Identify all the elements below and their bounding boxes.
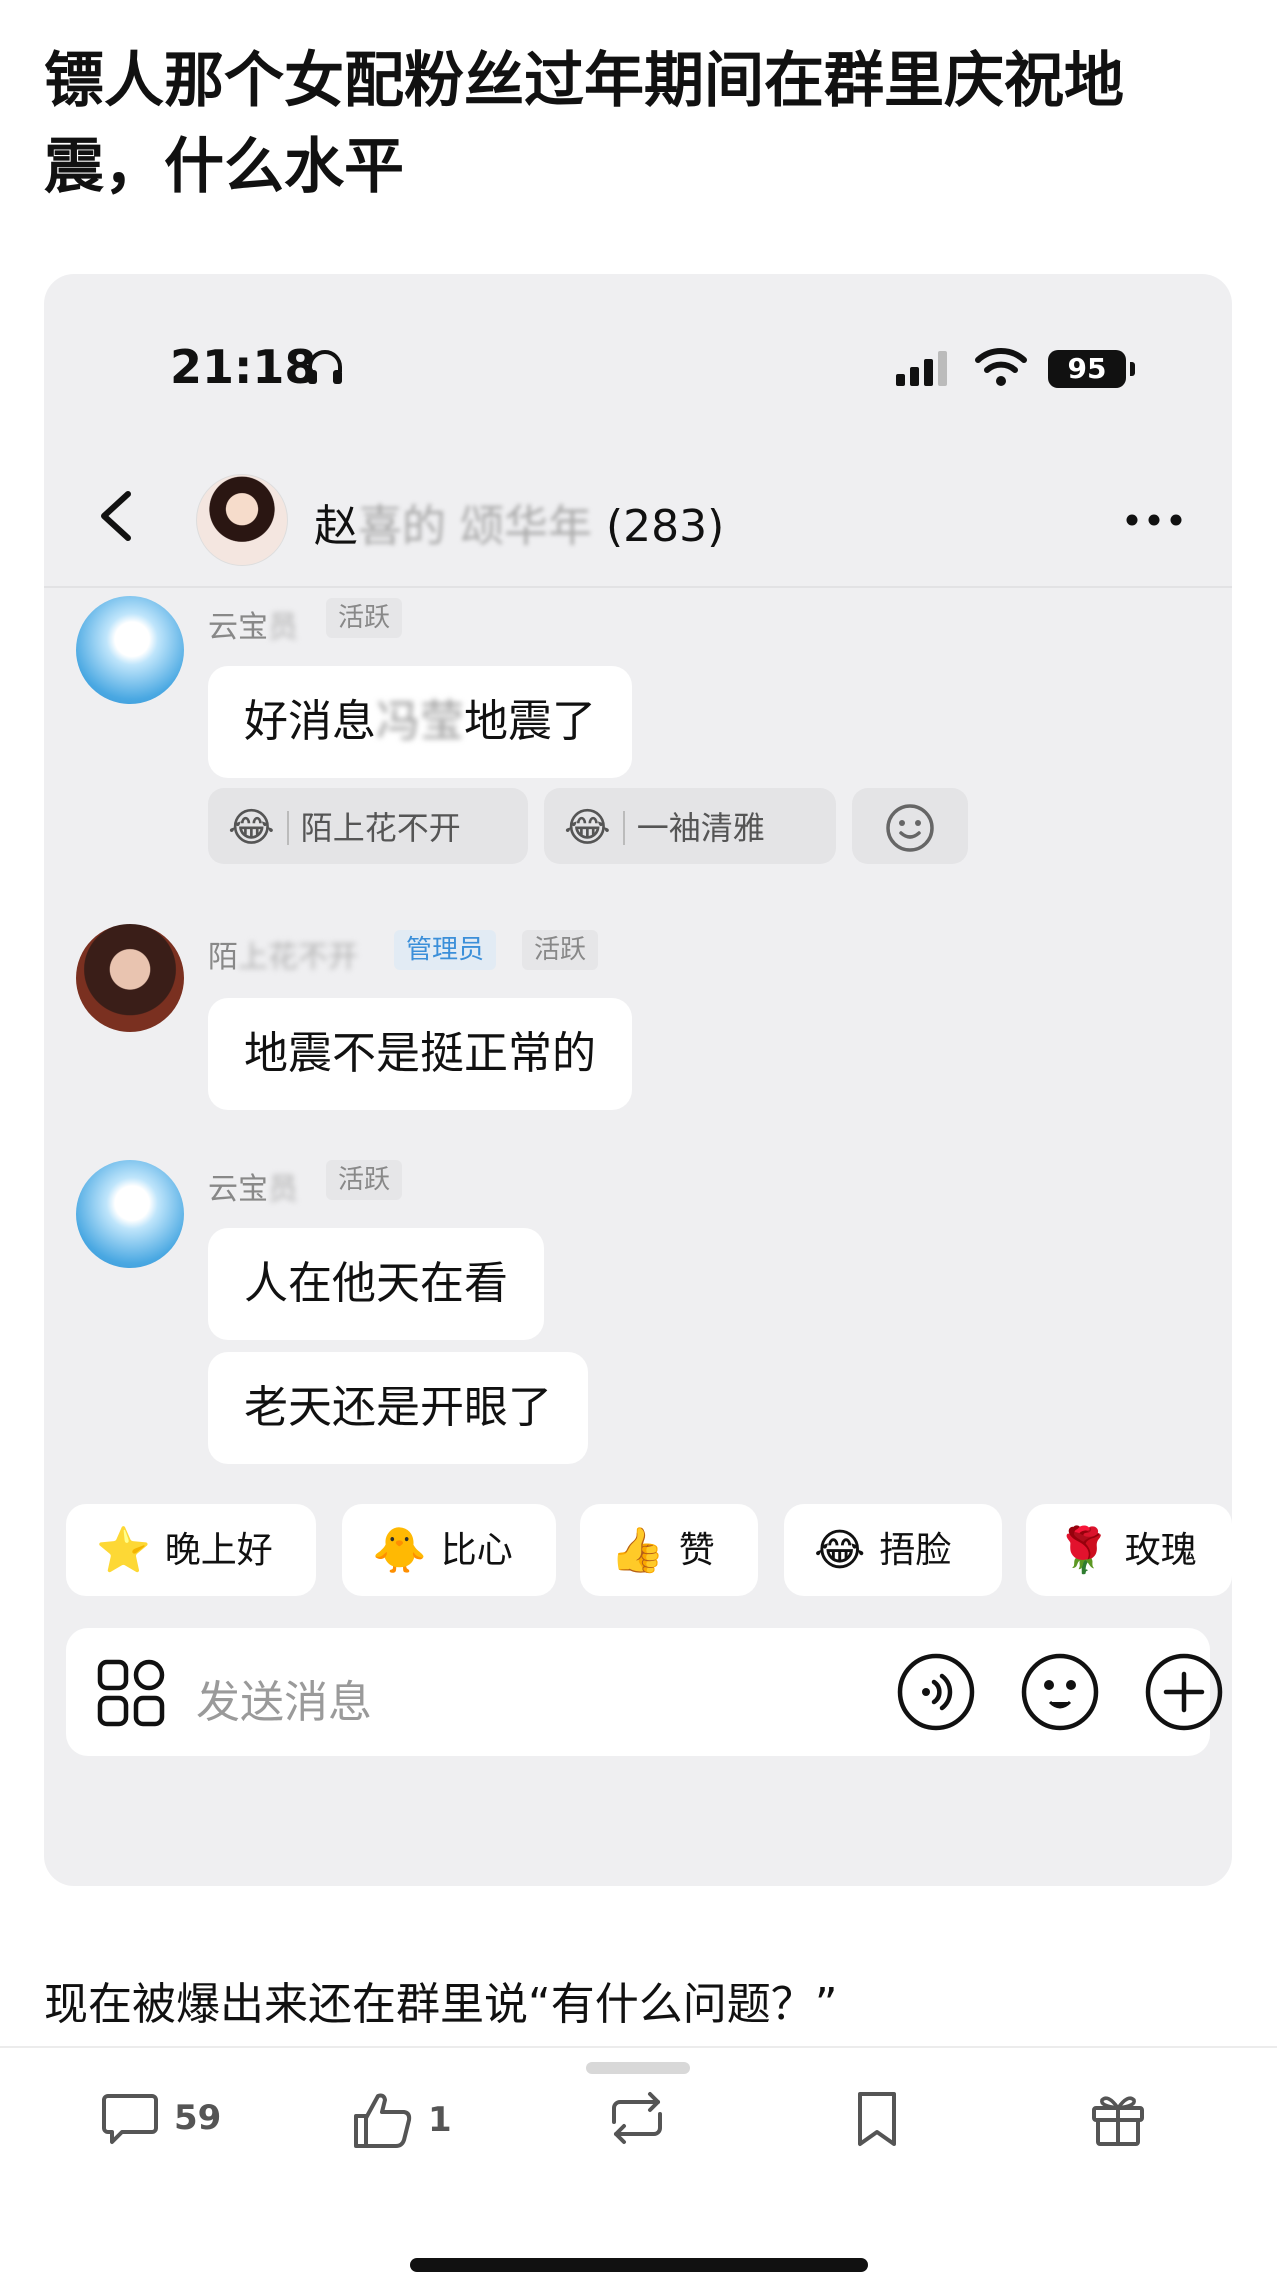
header-divider (44, 586, 1232, 588)
comment-count: 59 (174, 2098, 222, 2138)
group-avatar[interactable] (196, 474, 288, 566)
sender-name: 云宝员 (208, 610, 298, 645)
like-count: 1 (428, 2100, 452, 2140)
add-reaction-button[interactable] (852, 788, 968, 864)
quick-reply-heart[interactable]: 🐥 比心 (342, 1504, 556, 1596)
repost-icon (612, 2092, 662, 2144)
quick-reply-rose[interactable]: 🌹 玫瑰 (1026, 1504, 1232, 1596)
gift-icon (1092, 2096, 1144, 2146)
reaction-user: 陌上花不开 (300, 809, 461, 847)
message-bubble[interactable]: 好消息冯莹地震了 (208, 666, 632, 778)
home-indicator[interactable] (410, 2258, 868, 2272)
reaction-chip[interactable]: 😂 一袖清雅 (544, 788, 836, 864)
message-input[interactable]: 发送消息 (196, 1666, 372, 1730)
repost-button[interactable] (602, 2090, 672, 2150)
group-title-blurred-2: 颂华年 (460, 501, 592, 552)
emoji-icon[interactable] (1020, 1652, 1100, 1732)
sender-avatar[interactable] (76, 596, 184, 704)
quick-reply-good-evening[interactable]: ⭐ 晚上好 (66, 1504, 316, 1596)
group-title: 赵喜的 颂华年 (283) (314, 490, 724, 554)
battery-tip (1130, 362, 1135, 376)
group-title-visible: 赵 (314, 501, 358, 552)
scroll-handle[interactable] (586, 2062, 690, 2074)
reaction-user: 一袖清雅 (636, 809, 765, 847)
member-count: (283) (606, 501, 725, 552)
comment-icon (102, 2094, 158, 2144)
tears-of-joy-icon: 😂 (814, 1525, 866, 1576)
active-tag: 活跃 (326, 1160, 403, 1200)
battery-indicator: 95 (1048, 350, 1126, 388)
message-bubble[interactable]: 老天还是开眼了 (208, 1352, 588, 1464)
action-bar-divider (0, 2046, 1277, 2048)
quick-reply-like[interactable]: 👍 赞 (580, 1504, 758, 1596)
like-button[interactable]: 1 (352, 2090, 452, 2150)
back-arrow-icon[interactable] (88, 486, 148, 546)
post-body: 现在被爆出来还在群里说“有什么问题？” (44, 1979, 838, 2030)
tears-of-joy-icon: 😂 (564, 805, 611, 851)
message-input-bar[interactable]: 发送消息 (66, 1628, 1223, 1756)
wifi-icon (975, 348, 1027, 386)
sender-name: 云宝员 (208, 1172, 298, 1207)
status-time: 21:18 (170, 340, 317, 394)
sender-name: 陌上花不开 (208, 940, 358, 975)
admin-tag: 管理员 (394, 930, 497, 970)
sender-avatar[interactable] (76, 924, 184, 1032)
thumbs-up-icon (354, 2093, 412, 2148)
quick-reply-facepalm[interactable]: 😂 捂脸 (784, 1504, 1002, 1596)
message-bubble[interactable]: 人在他天在看 (208, 1228, 544, 1340)
comment-button[interactable]: 59 (100, 2090, 221, 2150)
apps-grid-icon[interactable] (96, 1658, 166, 1728)
chat-screenshot: 21:18 95 赵喜的 颂华年 (283) 云宝员 活跃 好消息冯莹地震了 😂… (44, 274, 1232, 1886)
sender-avatar[interactable] (76, 1160, 184, 1268)
signal-icon (896, 351, 947, 386)
gift-button[interactable] (1090, 2090, 1146, 2150)
reaction-chip[interactable]: 😂 陌上花不开 (208, 788, 528, 864)
headphone-icon (308, 350, 342, 384)
message-bubble[interactable]: 地震不是挺正常的 (208, 998, 632, 1110)
voice-icon[interactable] (896, 1652, 976, 1732)
star-icon: ⭐ (96, 1525, 151, 1576)
active-tag: 活跃 (326, 598, 403, 638)
post-title: 镖人那个女配粉丝过年期间在群里庆祝地震，什么水平 (44, 46, 1124, 202)
group-title-blurred: 喜的 (358, 501, 446, 552)
thumbs-up-icon: 👍 (610, 1525, 665, 1576)
plus-icon[interactable] (1144, 1652, 1224, 1732)
rose-icon: 🌹 (1056, 1525, 1111, 1576)
smiley-icon (886, 804, 934, 852)
chick-icon: 🐥 (372, 1525, 427, 1576)
more-options-icon[interactable] (1124, 512, 1184, 528)
bookmark-icon (858, 2092, 896, 2146)
tears-of-joy-icon: 😂 (228, 805, 275, 851)
active-tag: 活跃 (522, 930, 599, 970)
bookmark-button[interactable] (852, 2090, 902, 2150)
